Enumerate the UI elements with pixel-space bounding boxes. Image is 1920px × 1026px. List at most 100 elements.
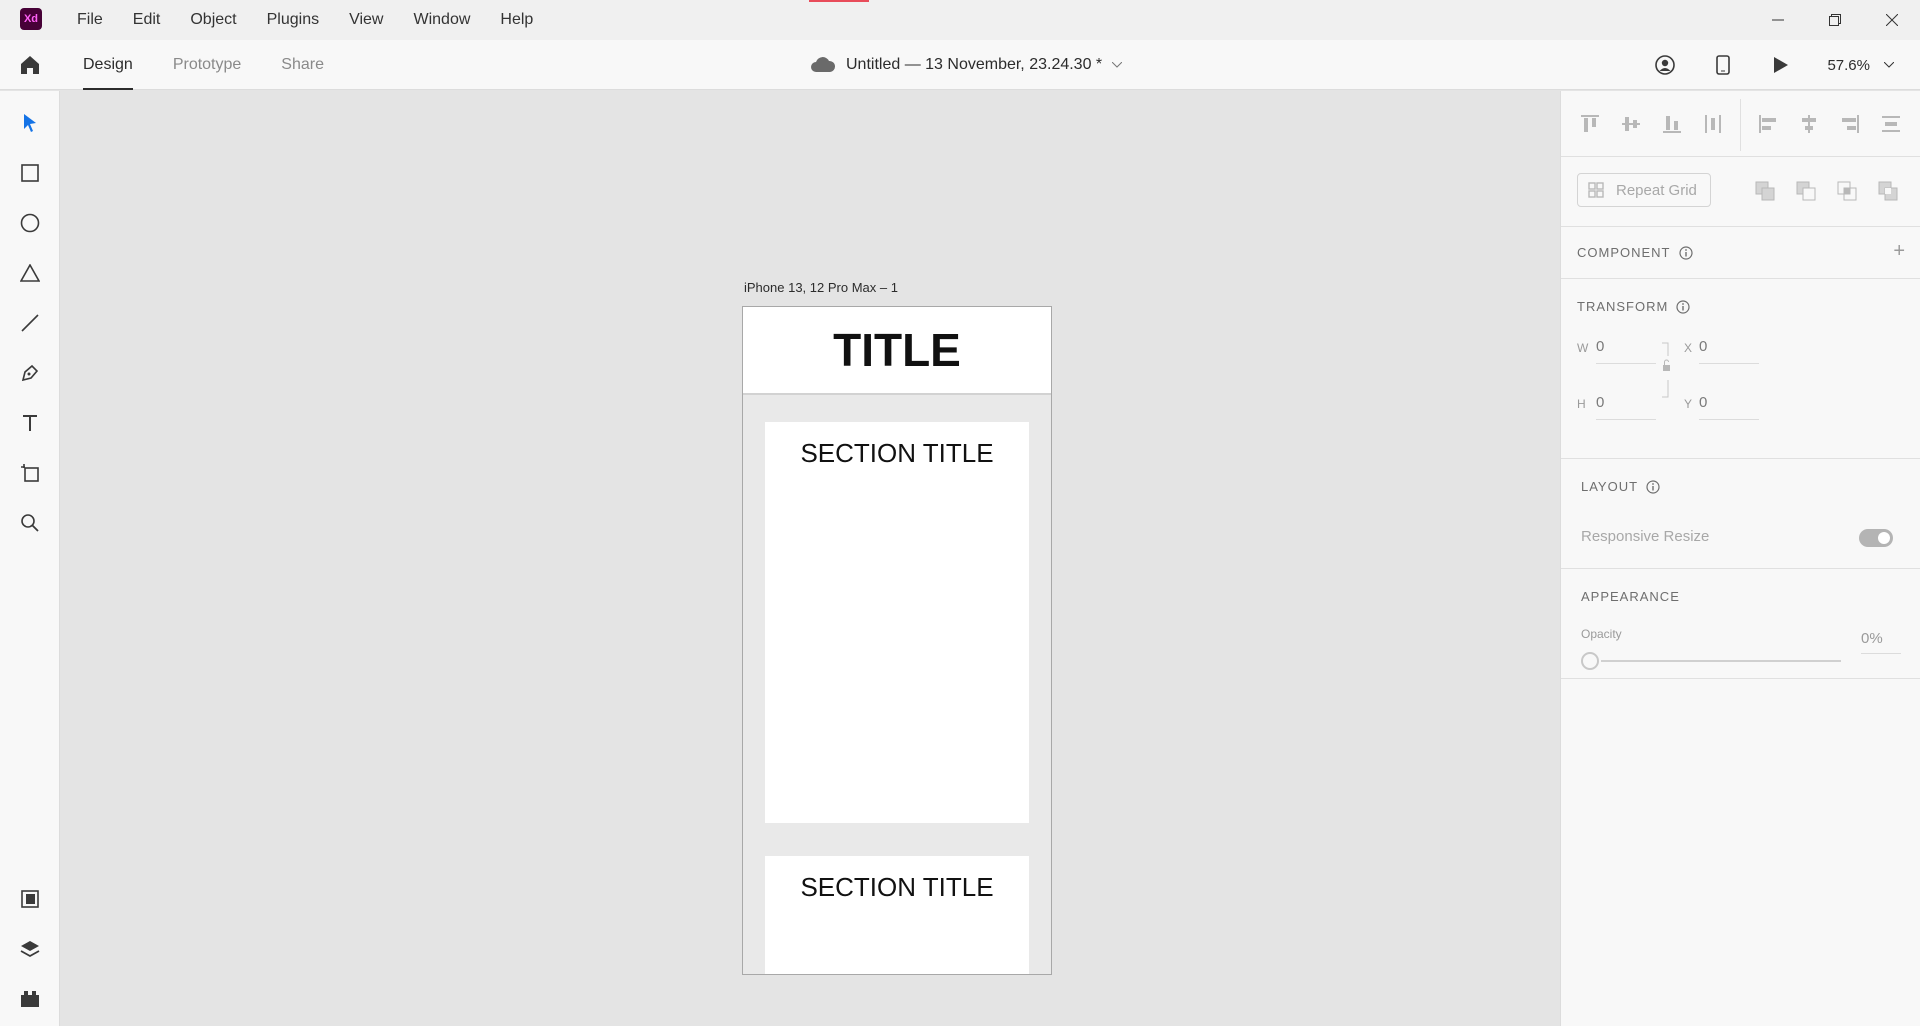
boolean-exclude-icon[interactable] bbox=[1878, 181, 1898, 201]
x-label: X bbox=[1684, 341, 1693, 355]
opacity-slider[interactable] bbox=[1601, 660, 1841, 662]
align-top-button[interactable] bbox=[1579, 113, 1601, 135]
menu-edit[interactable]: Edit bbox=[118, 11, 176, 29]
text-icon bbox=[23, 415, 37, 431]
height-field[interactable]: 0 bbox=[1596, 394, 1656, 420]
ellipse-tool[interactable] bbox=[18, 211, 42, 235]
appearance-heading: APPEARANCE bbox=[1581, 589, 1680, 604]
align-top-icon bbox=[1581, 115, 1599, 132]
invite-button[interactable] bbox=[1653, 53, 1677, 77]
align-left-button[interactable] bbox=[1757, 113, 1779, 135]
menu-view[interactable]: View bbox=[334, 11, 398, 29]
align-toolbar bbox=[1561, 91, 1920, 157]
phone-icon bbox=[1716, 55, 1731, 75]
repeat-grid-button[interactable]: Repeat Grid bbox=[1577, 173, 1711, 207]
boolean-subtract-icon[interactable] bbox=[1796, 181, 1816, 201]
boolean-add-icon[interactable] bbox=[1755, 181, 1775, 201]
rectangle-tool[interactable] bbox=[18, 161, 42, 185]
distribute-horizontal-button[interactable] bbox=[1880, 113, 1902, 135]
x-field[interactable]: 0 bbox=[1699, 338, 1759, 364]
section-title[interactable]: SECTION TITLE bbox=[800, 438, 993, 823]
transform-heading: TRANSFORM bbox=[1577, 299, 1690, 314]
artboard-tool[interactable] bbox=[18, 461, 42, 485]
close-button[interactable] bbox=[1863, 0, 1920, 40]
opacity-slider-handle[interactable] bbox=[1581, 652, 1599, 670]
menu-help[interactable]: Help bbox=[485, 11, 548, 29]
add-component-button[interactable]: + bbox=[1893, 240, 1905, 263]
layout-heading: LAYOUT bbox=[1581, 479, 1660, 494]
line-tool[interactable] bbox=[18, 311, 42, 335]
restore-button[interactable] bbox=[1806, 0, 1863, 40]
select-tool[interactable] bbox=[18, 111, 42, 135]
title-bar: Xd File Edit Object Plugins View Window … bbox=[0, 0, 1920, 40]
line-icon bbox=[21, 314, 39, 332]
y-label: Y bbox=[1684, 397, 1693, 411]
assets-icon bbox=[21, 890, 39, 908]
transform-heading-text: TRANSFORM bbox=[1577, 299, 1669, 314]
width-label: W bbox=[1577, 341, 1589, 355]
appearance-heading-text: APPEARANCE bbox=[1581, 589, 1680, 604]
align-left-icon bbox=[1759, 115, 1776, 133]
info-icon[interactable] bbox=[1646, 479, 1660, 494]
distribute-vertical-icon bbox=[1705, 115, 1721, 133]
align-right-icon bbox=[1842, 115, 1859, 133]
align-middle-icon bbox=[1622, 117, 1640, 131]
window-controls bbox=[1749, 0, 1920, 40]
device-preview-button[interactable] bbox=[1711, 53, 1735, 77]
info-icon[interactable] bbox=[1678, 245, 1693, 260]
user-icon bbox=[1655, 55, 1676, 75]
menu-window[interactable]: Window bbox=[398, 11, 485, 29]
component-section: COMPONENT + bbox=[1561, 227, 1920, 279]
y-field[interactable]: 0 bbox=[1699, 394, 1759, 420]
polygon-tool[interactable] bbox=[18, 261, 42, 285]
section-title[interactable]: SECTION TITLE bbox=[800, 872, 993, 974]
plugins-panel-button[interactable] bbox=[18, 987, 42, 1011]
zoom-tool[interactable] bbox=[18, 511, 42, 535]
menu-object[interactable]: Object bbox=[175, 11, 251, 29]
chevron-down-icon bbox=[1884, 62, 1894, 68]
info-icon[interactable] bbox=[1676, 299, 1690, 314]
section-card[interactable]: SECTION TITLE bbox=[765, 422, 1029, 823]
polygon-icon bbox=[20, 264, 40, 282]
tab-share[interactable]: Share bbox=[281, 40, 324, 90]
document-title[interactable]: Untitled — 13 November, 23.24.30 * bbox=[810, 40, 1123, 90]
zoom-select[interactable]: 57.6% bbox=[1827, 57, 1894, 74]
left-toolbar bbox=[0, 91, 60, 1026]
align-center-button[interactable] bbox=[1798, 113, 1820, 135]
distribute-vertical-button[interactable] bbox=[1702, 113, 1724, 135]
zoom-icon bbox=[21, 514, 39, 532]
tab-design[interactable]: Design bbox=[83, 40, 133, 90]
layers-panel-button[interactable] bbox=[18, 937, 42, 961]
layout-heading-text: LAYOUT bbox=[1581, 479, 1639, 494]
lock-aspect-icon[interactable] bbox=[1660, 342, 1672, 398]
design-canvas[interactable]: iPhone 13, 12 Pro Max – 1 TITLE SECTION … bbox=[61, 91, 1560, 1026]
document-title-text: Untitled — 13 November, 23.24.30 * bbox=[846, 56, 1103, 73]
artboard-title[interactable]: TITLE bbox=[833, 323, 961, 377]
align-bottom-button[interactable] bbox=[1661, 113, 1683, 135]
text-tool[interactable] bbox=[18, 411, 42, 435]
align-right-button[interactable] bbox=[1839, 113, 1861, 135]
menu-file[interactable]: File bbox=[62, 11, 118, 29]
pen-tool[interactable] bbox=[18, 361, 42, 385]
height-label: H bbox=[1577, 397, 1586, 411]
cloud-icon bbox=[811, 57, 836, 72]
home-button[interactable] bbox=[18, 53, 42, 77]
component-heading-text: COMPONENT bbox=[1577, 245, 1671, 260]
opacity-field[interactable]: 0% bbox=[1861, 630, 1901, 654]
width-field[interactable]: 0 bbox=[1596, 338, 1656, 364]
repeat-grid-row: Repeat Grid bbox=[1561, 157, 1920, 227]
section-card[interactable]: SECTION TITLE bbox=[765, 856, 1029, 974]
assets-panel-button[interactable] bbox=[18, 887, 42, 911]
tab-prototype[interactable]: Prototype bbox=[173, 40, 241, 90]
align-middle-button[interactable] bbox=[1620, 113, 1642, 135]
boolean-intersect-icon[interactable] bbox=[1837, 181, 1857, 201]
responsive-resize-toggle[interactable] bbox=[1859, 529, 1893, 547]
menu-plugins[interactable]: Plugins bbox=[252, 11, 334, 29]
menu-bar: File Edit Object Plugins View Window Hel… bbox=[62, 0, 548, 40]
artboard-label[interactable]: iPhone 13, 12 Pro Max – 1 bbox=[744, 280, 898, 295]
minimize-button[interactable] bbox=[1749, 0, 1806, 40]
artboard-title-bar[interactable]: TITLE bbox=[743, 307, 1051, 395]
align-center-icon bbox=[1802, 115, 1816, 133]
play-button[interactable] bbox=[1769, 53, 1793, 77]
artboard[interactable]: TITLE SECTION TITLE SECTION TITLE bbox=[742, 306, 1052, 975]
